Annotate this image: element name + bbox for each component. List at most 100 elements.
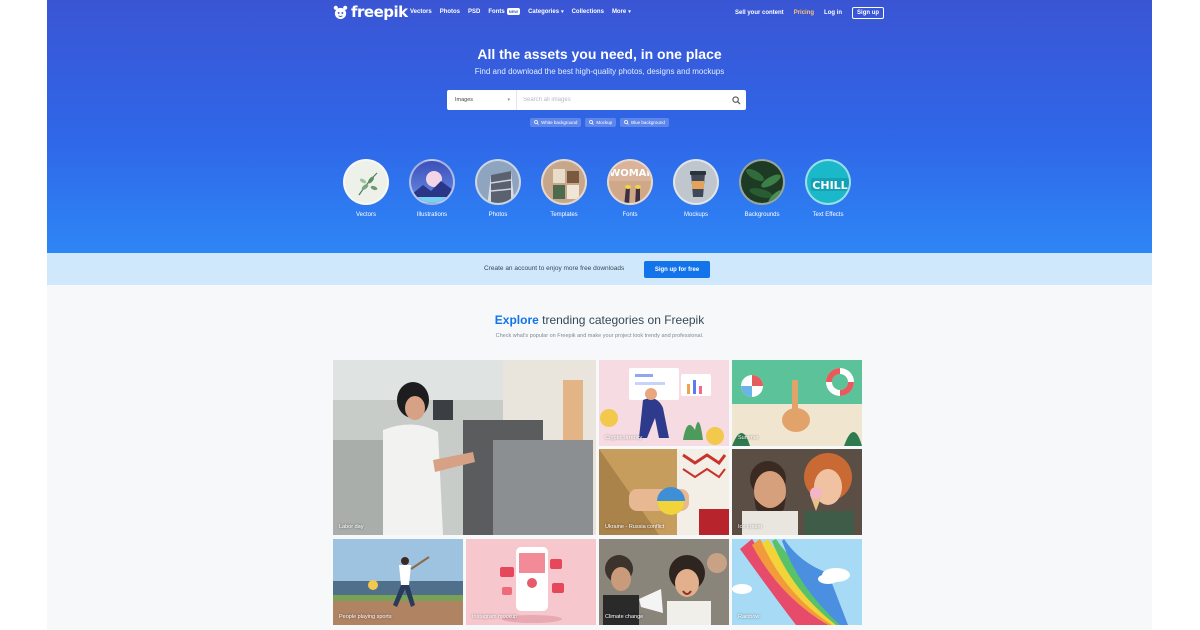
- explore-title: Explore trending categories on Freepik: [47, 313, 1152, 327]
- signup-banner: Create an account to enjoy more free dow…: [47, 253, 1152, 285]
- trending-tile-labor-day[interactable]: Labor day: [333, 360, 596, 535]
- tile-label: People playing sports: [339, 614, 392, 620]
- banner-text: Create an account to enjoy more free dow…: [484, 265, 625, 272]
- suggestion-chips: White background Mockup Blue background: [47, 118, 1152, 127]
- category-illustrations[interactable]: Illustrations: [409, 159, 455, 218]
- nav-fonts[interactable]: Fonts NEW: [488, 8, 521, 15]
- trending-tile-climate-change[interactable]: Climate change: [599, 539, 729, 625]
- logo[interactable]: freepik: [333, 3, 408, 21]
- main-menu: Vectors Photos PSD Fonts NEW Categories ▾ …: [410, 8, 631, 15]
- tile-label: Cryptocurrency: [605, 435, 643, 441]
- protest-photo-icon: [599, 539, 729, 625]
- category-shortcuts: Vectors Illustrations Photos Templates W…: [343, 159, 851, 218]
- new-badge: NEW: [506, 8, 521, 15]
- search-icon: [731, 95, 741, 105]
- building-photo-icon: [487, 171, 515, 203]
- category-vectors[interactable]: Vectors: [343, 159, 389, 218]
- category-thumbnail: [673, 159, 719, 205]
- category-text-effects[interactable]: CHILL Text Effects: [805, 159, 851, 218]
- suggestion-chip-label: White background: [541, 120, 578, 125]
- nav-vectors[interactable]: Vectors: [410, 8, 432, 15]
- hero-section: freepik Vectors Photos PSD Fonts NEW Cate…: [47, 0, 1152, 253]
- category-label: Templates: [550, 212, 578, 218]
- crypto-illustration-icon: [599, 360, 729, 446]
- search-button[interactable]: [726, 90, 746, 110]
- chevron-down-icon: ▾: [628, 8, 631, 15]
- tile-label: Labor day: [339, 524, 364, 530]
- category-label: Text Effects: [812, 212, 844, 218]
- signup-free-button[interactable]: Sign up for free: [644, 261, 710, 278]
- tile-label: Climate change: [605, 614, 644, 620]
- category-thumbnail: [409, 159, 455, 205]
- nav-photos-label: Photos: [439, 8, 461, 15]
- sell-content-link[interactable]: Sell your content: [735, 10, 784, 16]
- trending-tile-instagram-mockup[interactable]: Instagram mockup: [466, 539, 596, 625]
- ukraine-photo-icon: [599, 449, 729, 535]
- tile-label: Ice cream: [738, 524, 763, 530]
- category-mockups[interactable]: Mockups: [673, 159, 719, 218]
- fonts-photo-icon: WOMAN: [609, 161, 651, 203]
- barista-photo-icon: [333, 360, 596, 535]
- chevron-down-icon: ▾: [507, 97, 510, 103]
- rainbow-illustration-icon: [732, 539, 862, 625]
- nav-collections[interactable]: Collections: [572, 8, 604, 15]
- pricing-link[interactable]: Pricing: [794, 10, 814, 16]
- nav-fonts-label: Fonts: [488, 8, 505, 15]
- suggestion-chip[interactable]: Blue background: [620, 118, 669, 127]
- nav-vectors-label: Vectors: [410, 8, 432, 15]
- tile-label: Rainbow: [738, 614, 760, 620]
- category-label: Illustrations: [416, 212, 448, 218]
- page: freepik Vectors Photos PSD Fonts NEW Cate…: [47, 0, 1152, 630]
- logo-text: freepik: [351, 3, 408, 21]
- tile-label: Summer: [738, 435, 759, 441]
- nav-psd[interactable]: PSD: [468, 8, 480, 15]
- category-label: Vectors: [355, 212, 376, 218]
- tile-label: Ukraine - Russia conflict: [605, 524, 665, 530]
- tile-label: Instagram mockup: [472, 614, 518, 620]
- nav-more[interactable]: More ▾: [612, 8, 631, 15]
- category-thumbnail: [343, 159, 389, 205]
- suggestion-chip[interactable]: White background: [530, 118, 582, 127]
- category-fonts[interactable]: WOMAN Fonts: [607, 159, 653, 218]
- category-templates[interactable]: Templates: [541, 159, 587, 218]
- top-nav: freepik Vectors Photos PSD Fonts NEW Cate…: [47, 0, 1152, 26]
- category-thumbnail: [475, 159, 521, 205]
- trending-tile-summer[interactable]: Summer: [732, 360, 862, 446]
- suggestion-chip-label: Blue background: [631, 120, 665, 125]
- nav-collections-label: Collections: [571, 8, 604, 15]
- category-thumbnail: CHILL: [805, 159, 851, 205]
- ice-cream-photo-icon: [732, 449, 862, 535]
- trending-tile-people-playing-sports[interactable]: People playing sports: [333, 539, 463, 625]
- category-label: Backgrounds: [744, 212, 780, 218]
- account-menu: Sell your content Pricing Log in Sign up: [735, 7, 885, 19]
- foliage-background-icon: [746, 168, 782, 203]
- nav-photos[interactable]: Photos: [440, 8, 460, 15]
- category-thumbnail: WOMAN: [607, 159, 653, 205]
- chevron-down-icon: ▾: [561, 8, 564, 15]
- svg-text:CHILL: CHILL: [812, 179, 847, 192]
- search-icon: [534, 120, 539, 125]
- hero-subtitle: Find and download the best high-quality …: [474, 67, 725, 76]
- signup-button[interactable]: Sign up: [852, 7, 885, 19]
- search-icon: [589, 120, 595, 125]
- category-photos[interactable]: Photos: [475, 159, 521, 218]
- nav-more-label: More: [611, 8, 627, 15]
- leaf-illustration-icon: [358, 172, 378, 196]
- category-backgrounds[interactable]: Backgrounds: [739, 159, 785, 218]
- trending-tile-ice-cream[interactable]: Ice cream: [732, 449, 862, 535]
- search-type-select[interactable]: Images ▾: [447, 90, 517, 110]
- search-icon: [624, 120, 629, 125]
- trending-tile-ukraine-russia-conflict[interactable]: Ukraine - Russia conflict: [599, 449, 729, 535]
- cup-mockup-icon: [690, 171, 706, 197]
- category-label: Mockups: [683, 212, 708, 218]
- nav-categories[interactable]: Categories ▾: [528, 8, 564, 15]
- nav-categories-label: Categories: [528, 8, 560, 15]
- category-label: Fonts: [622, 212, 638, 218]
- explore-title-accent: Explore: [494, 313, 539, 327]
- trending-tile-rainbow[interactable]: Rainbow: [732, 539, 862, 625]
- trending-tile-cryptocurrency[interactable]: Cryptocurrency: [599, 360, 729, 446]
- search-input[interactable]: [517, 90, 726, 110]
- suggestion-chip[interactable]: Mockup: [585, 118, 617, 127]
- login-link[interactable]: Log in: [824, 10, 842, 16]
- category-thumbnail: [739, 159, 785, 205]
